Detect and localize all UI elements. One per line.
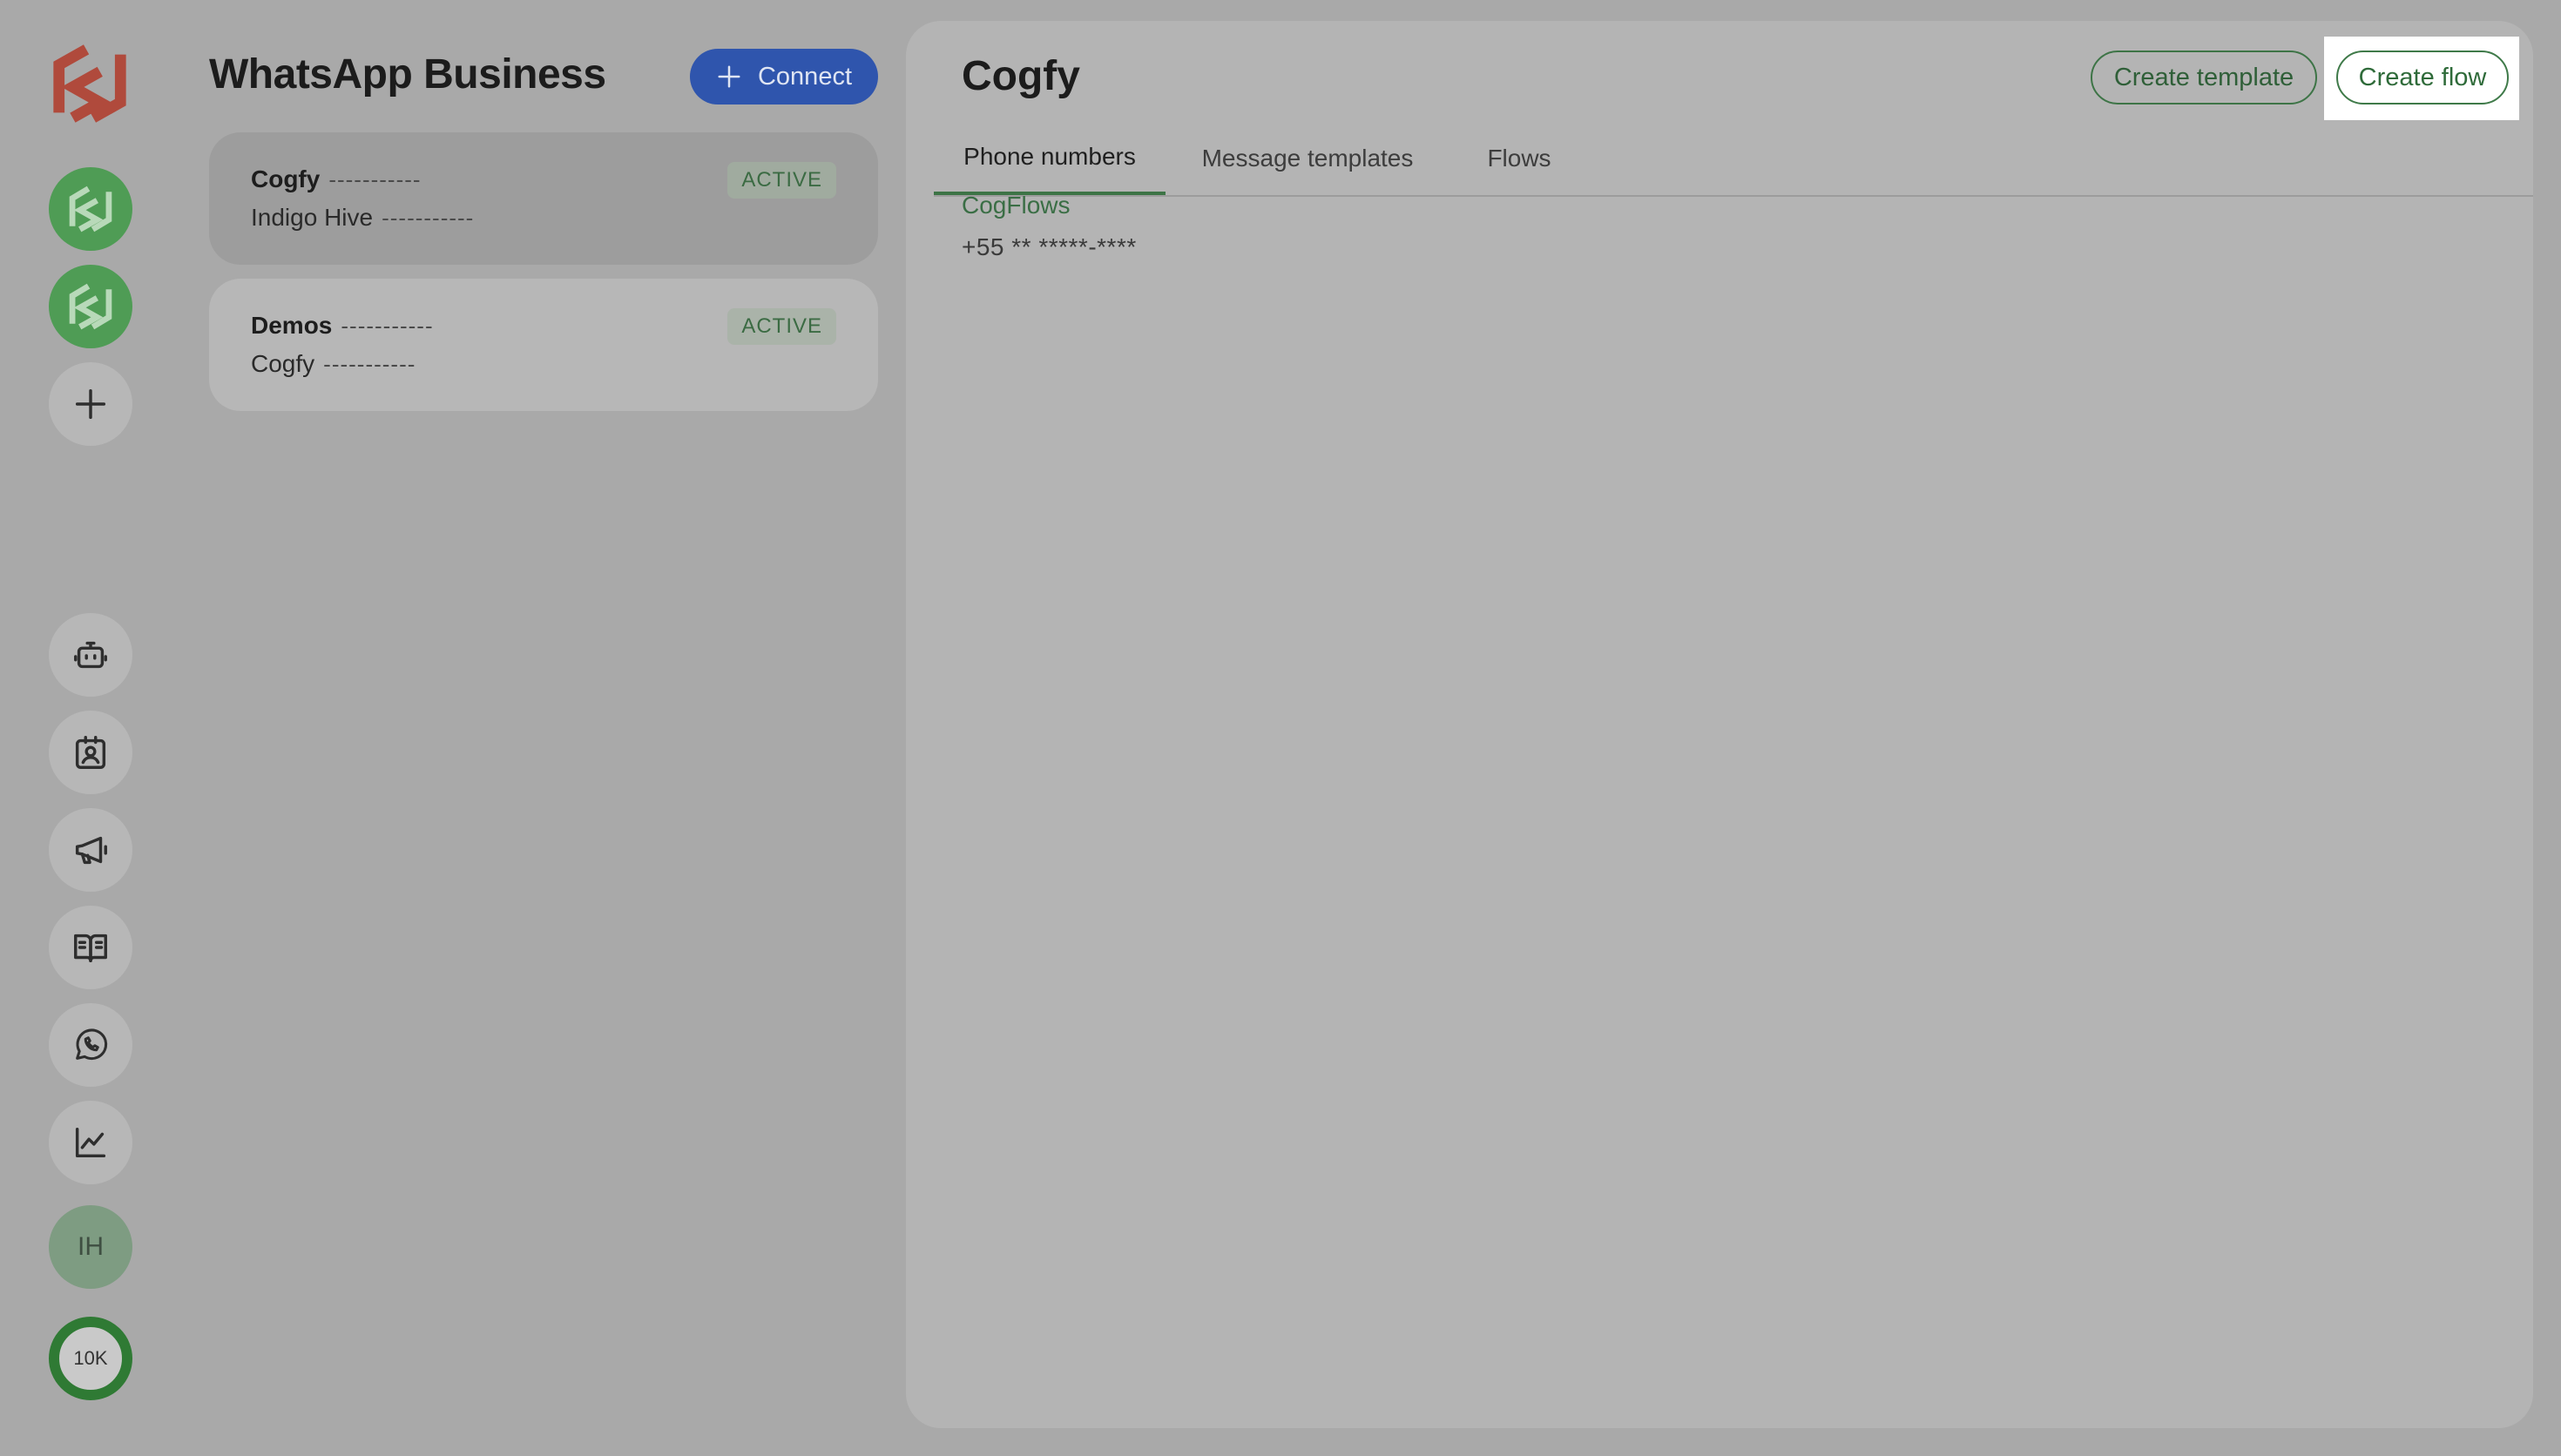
plus-icon: [75, 388, 106, 420]
brand-logo-icon[interactable]: [47, 38, 132, 129]
account-name: Demos -----------: [251, 312, 434, 340]
add-workspace-button[interactable]: [49, 362, 132, 446]
book-icon: [74, 934, 107, 963]
create-flow-highlight: Create flow: [2324, 37, 2519, 120]
nav-campaigns-button[interactable]: [49, 808, 132, 892]
megaphone-icon: [75, 836, 107, 865]
contact-badge-icon: [75, 736, 106, 769]
robot-icon: [74, 641, 107, 669]
create-template-button[interactable]: Create template: [2091, 51, 2317, 104]
phone-number-value: +55 ** *****-****: [962, 233, 1137, 260]
create-flow-button[interactable]: Create flow: [2336, 51, 2509, 104]
account-card-cogfy[interactable]: Cogfy ----------- Indigo Hive ----------- …: [209, 132, 878, 265]
account-detail-panel: Cogfy Create template Create flow Phone …: [906, 21, 2533, 1428]
nav-knowledge-button[interactable]: [49, 906, 132, 989]
nav-analytics-button[interactable]: [49, 1101, 132, 1184]
connect-button[interactable]: Connect: [690, 49, 878, 104]
account-card-demos[interactable]: Demos ----------- Cogfy ----------- ACTIVE: [209, 279, 878, 411]
nav-contacts-button[interactable]: [49, 711, 132, 794]
nav-agents-button[interactable]: [49, 613, 132, 697]
user-avatar[interactable]: IH: [49, 1205, 132, 1289]
tab-message-templates[interactable]: Message templates: [1193, 122, 1422, 195]
phone-number-name-link[interactable]: CogFlows: [962, 192, 1070, 219]
status-badge: ACTIVE: [727, 308, 836, 345]
account-org-mask: -----------: [382, 205, 475, 231]
page-title: Cogfy: [962, 53, 1080, 99]
account-org-text: Indigo Hive: [251, 204, 374, 231]
account-name-mask: -----------: [341, 313, 434, 339]
workspace-button-1[interactable]: [49, 167, 132, 251]
account-name-text: Cogfy: [251, 165, 321, 192]
account-name-mask: -----------: [328, 166, 422, 192]
connect-button-label: Connect: [757, 62, 852, 91]
account-name-text: Demos: [251, 312, 333, 339]
left-rail: IH 10K: [0, 0, 181, 1456]
nav-whatsapp-button[interactable]: [49, 1003, 132, 1087]
whatsapp-icon: [76, 1028, 108, 1060]
tab-phone-numbers[interactable]: Phone numbers: [934, 122, 1166, 195]
workspace-logo-icon: [69, 185, 112, 233]
account-org: Cogfy -----------: [251, 350, 416, 378]
credits-indicator[interactable]: 10K: [49, 1317, 132, 1400]
status-badge: ACTIVE: [727, 162, 836, 199]
avatar-initials: IH: [78, 1232, 104, 1261]
plus-icon: [718, 65, 740, 88]
workspace-button-2[interactable]: [49, 265, 132, 348]
tab-flows[interactable]: Flows: [1474, 122, 1564, 195]
accounts-title: WhatsApp Business: [209, 51, 606, 98]
account-org-text: Cogfy: [251, 350, 315, 377]
tab-bar: Phone numbers Message templates Flows: [934, 122, 2533, 197]
workspace-logo-icon: [69, 283, 112, 330]
account-org-mask: -----------: [323, 351, 416, 377]
account-name: Cogfy -----------: [251, 165, 422, 193]
chart-icon: [75, 1127, 106, 1158]
account-org: Indigo Hive -----------: [251, 204, 474, 232]
credits-value: 10K: [73, 1347, 108, 1369]
